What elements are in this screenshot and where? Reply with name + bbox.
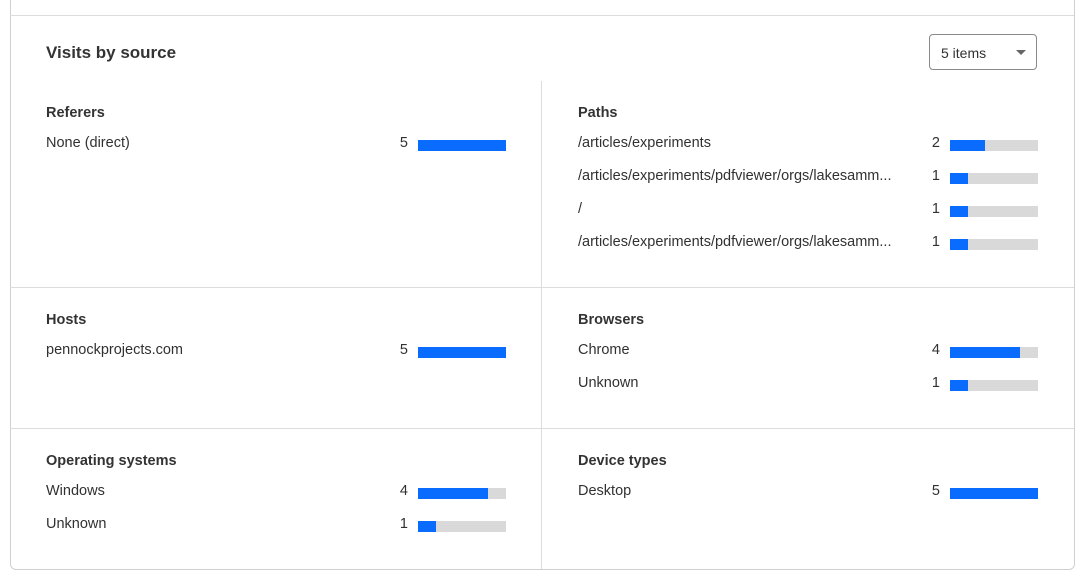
item-label: None (direct)	[46, 135, 130, 151]
divider	[10, 15, 1074, 16]
item-count: 1	[931, 168, 940, 184]
item-label: Chrome	[578, 342, 630, 358]
item-bar[interactable]	[950, 347, 1038, 358]
list-item: pennockprojects.com 5	[46, 339, 506, 372]
section-browsers: Browsers Chrome 4 Unknown 1	[578, 310, 1038, 405]
section-heading: Hosts	[46, 312, 87, 328]
list-item: /articles/experiments/pdfviewer/orgs/lak…	[578, 165, 1038, 198]
item-bar[interactable]	[950, 488, 1038, 499]
item-bar[interactable]	[950, 380, 1038, 391]
section-heading: Device types	[578, 453, 667, 469]
section-paths: Paths /articles/experiments 2 /articles/…	[578, 103, 1038, 264]
item-label: Unknown	[46, 516, 107, 532]
divider	[10, 287, 1074, 288]
item-label: /articles/experiments	[578, 135, 711, 151]
item-bar-fill	[418, 140, 506, 151]
list-item: None (direct) 5	[46, 132, 506, 165]
list-item: Desktop 5	[578, 480, 1038, 513]
item-bar[interactable]	[418, 140, 506, 151]
item-bar-fill	[950, 380, 968, 391]
list-item: /articles/experiments/pdfviewer/orgs/lak…	[578, 231, 1038, 264]
section-device-types: Device types Desktop 5	[578, 451, 1038, 513]
item-count: 5	[399, 135, 408, 151]
item-label: Windows	[46, 483, 105, 499]
card-title: Visits by source	[46, 43, 177, 62]
item-bar-fill	[950, 140, 986, 151]
list-item: Chrome 4	[578, 339, 1038, 372]
section-heading: Browsers	[578, 312, 645, 328]
item-count: 5	[399, 342, 408, 358]
section-heading: Paths	[578, 105, 618, 121]
item-bar-fill	[950, 347, 1021, 358]
section-heading: Operating systems	[46, 453, 177, 469]
item-bar-fill	[950, 239, 968, 250]
list-item: Unknown 1	[578, 372, 1038, 405]
item-bar[interactable]	[418, 521, 506, 532]
item-bar-fill	[950, 206, 968, 217]
divider	[541, 81, 542, 569]
select-value: 5 items	[941, 45, 987, 61]
divider	[10, 428, 1074, 429]
items-count-select[interactable]: 5 items	[929, 34, 1037, 70]
item-bar-fill	[418, 521, 436, 532]
caret-down-icon	[1016, 50, 1026, 55]
item-bar[interactable]	[950, 140, 1038, 151]
item-label: pennockprojects.com	[46, 342, 184, 358]
item-count: 2	[931, 135, 940, 151]
item-bar[interactable]	[418, 347, 506, 358]
list-item: /articles/experiments 2	[578, 132, 1038, 165]
item-count: 1	[931, 201, 940, 217]
item-bar[interactable]	[950, 206, 1038, 217]
section-operating-systems: Operating systems Windows 4 Unknown 1	[46, 451, 506, 546]
list-item: Windows 4	[46, 480, 506, 513]
section-heading: Referers	[46, 105, 105, 121]
item-count: 1	[399, 516, 408, 532]
section-referers: Referers None (direct) 5	[46, 103, 506, 165]
item-bar[interactable]	[418, 488, 506, 499]
item-bar-fill	[950, 173, 968, 184]
item-count: 4	[931, 342, 940, 358]
item-label: Desktop	[578, 483, 632, 499]
item-count: 5	[931, 483, 940, 499]
item-bar-fill	[418, 488, 489, 499]
item-label: /articles/experiments/pdfviewer/orgs/lak…	[578, 234, 892, 250]
item-label: Unknown	[578, 375, 639, 391]
item-bar-fill	[418, 347, 506, 358]
section-hosts: Hosts pennockprojects.com 5	[46, 310, 506, 372]
list-item: / 1	[578, 198, 1038, 231]
list-item: Unknown 1	[46, 513, 506, 546]
item-label: /	[578, 201, 583, 217]
item-bar[interactable]	[950, 173, 1038, 184]
item-count: 4	[399, 483, 408, 499]
item-bar[interactable]	[950, 239, 1038, 250]
item-count: 1	[931, 234, 940, 250]
item-count: 1	[931, 375, 940, 391]
item-label: /articles/experiments/pdfviewer/orgs/lak…	[578, 168, 892, 184]
item-bar-fill	[950, 488, 1038, 499]
